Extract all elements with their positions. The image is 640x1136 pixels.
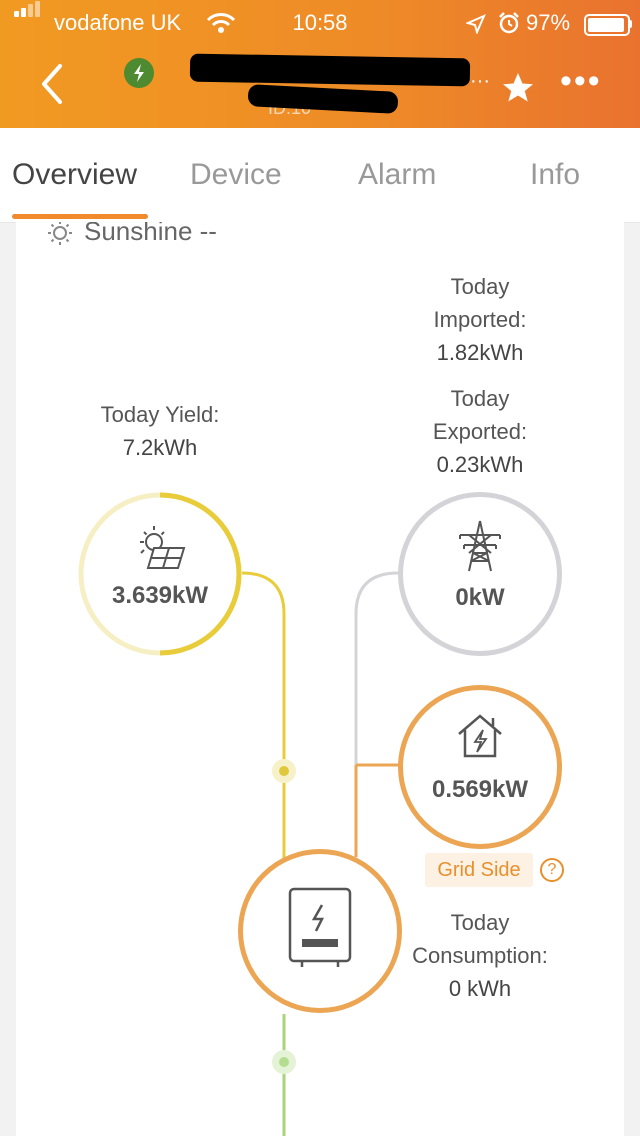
today-yield-block: Today Yield: 7.2kWh [70, 398, 250, 464]
status-bar: vodafone UK 10:58 97% [0, 1, 640, 36]
today-imported-label: Today Imported: [433, 274, 527, 332]
redaction-mark [189, 53, 471, 87]
inverter-node[interactable] [238, 849, 402, 1013]
app-header: vodafone UK 10:58 97% T White ID:10 [0, 0, 640, 128]
tab-info[interactable]: Info [530, 158, 580, 192]
solar-power-value: 3.639kW [111, 582, 209, 609]
plant-status-icon [124, 58, 154, 88]
today-exported-value: 0.23kWh [436, 452, 524, 477]
solar-panel-icon [140, 526, 186, 569]
inverter-icon [288, 887, 352, 967]
today-imported-block: Today Imported: 1.82kWh [400, 270, 560, 369]
title-truncation: ··· [470, 70, 490, 92]
home-node[interactable]: 0.569kW [398, 685, 562, 849]
grid-power-value: 0kW [455, 584, 505, 611]
back-chevron-icon[interactable] [40, 64, 64, 104]
tab-device[interactable]: Device [190, 158, 282, 192]
grid-node[interactable]: 0kW [398, 492, 562, 656]
tab-active-indicator [12, 214, 148, 219]
today-consumption-label: Today Consumption: [412, 910, 548, 968]
today-consumption-block: Today Consumption: 0 kWh [390, 906, 570, 1005]
today-imported-value: 1.82kWh [436, 340, 524, 365]
location-icon [466, 14, 486, 34]
tab-alarm[interactable]: Alarm [358, 158, 436, 192]
power-tower-icon [459, 520, 501, 572]
tab-overview[interactable]: Overview [12, 158, 137, 192]
solar-ring [78, 492, 242, 656]
favorite-star-icon[interactable] [500, 70, 536, 106]
today-yield-value: 7.2kWh [122, 435, 198, 460]
energy-flow-card: Sunshine -- Today Imported: 1.82kWh Toda… [16, 222, 624, 1136]
today-yield-label: Today Yield: [100, 402, 220, 427]
solar-node[interactable]: 3.639kW [78, 492, 242, 656]
today-exported-block: Today Exported: 0.23kWh [400, 382, 560, 481]
battery-tip [629, 20, 632, 28]
home-energy-icon [458, 714, 502, 758]
home-power-value: 0.569kW [431, 776, 529, 803]
today-exported-label: Today Exported: [432, 386, 528, 444]
help-icon[interactable]: ? [540, 858, 564, 882]
battery-percent: 97% [526, 10, 571, 35]
battery-icon [584, 14, 630, 36]
alarm-clock-icon [499, 12, 519, 34]
grid-side-badge: Grid Side [425, 853, 533, 887]
today-consumption-value: 0 kWh [448, 976, 512, 1001]
plant-title: T White ID:10 [189, 52, 471, 126]
more-options-icon[interactable]: ••• [560, 62, 602, 101]
tab-bar: Overview Device Alarm Info [0, 128, 640, 223]
